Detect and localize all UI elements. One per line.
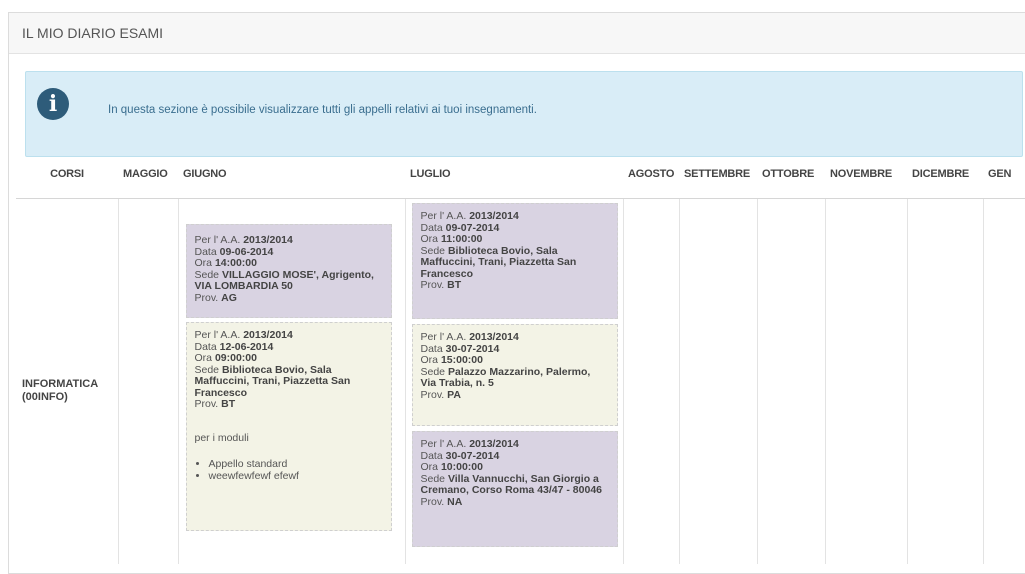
exam-card[interactable]: Per l' A.A. 2013/2014 Data 09-07-2014 Or…: [411, 203, 618, 319]
course-name: INFORMATICA: [22, 378, 99, 391]
header-ottobre: OTTOBRE: [757, 150, 825, 199]
header-agosto: AGOSTO: [623, 150, 679, 199]
panel-title: IL MIO DIARIO ESAMI: [9, 13, 1025, 54]
header-maggio: MAGGIO: [118, 150, 178, 199]
agosto-cell: [623, 198, 680, 564]
maggio-cell: [118, 198, 179, 564]
exam-calendar-table: CORSI MAGGIO GIUGNO LUGLIO AGOSTO SETTEM…: [16, 150, 1025, 564]
giugno-cell: Per l' A.A. 2013/2014 Data 09-06-2014 Or…: [178, 198, 406, 564]
course-cell: INFORMATICA (00INFO): [16, 198, 119, 564]
ottobre-cell: [757, 198, 826, 564]
dicembre-cell: [907, 198, 984, 564]
exam-card[interactable]: Per l' A.A. 2013/2014 Data 30-07-2014 Or…: [411, 431, 618, 547]
header-luglio: LUGLIO: [405, 150, 623, 199]
list-item: Appello standard: [209, 458, 383, 470]
alert-text: In questa sezione è possibile visualizza…: [108, 104, 537, 116]
header-gennaio: GEN: [983, 150, 1025, 199]
table-header-row: CORSI MAGGIO GIUGNO LUGLIO AGOSTO SETTEM…: [16, 150, 1025, 199]
course-code: (00INFO): [22, 391, 68, 404]
moduli-section: per i moduli Appello standard weewfewfew…: [194, 431, 383, 482]
settembre-cell: [679, 198, 758, 564]
list-item: weewfewfewf efewf: [209, 470, 383, 482]
novembre-cell: [825, 198, 908, 564]
moduli-list: Appello standard weewfewfewf efewf: [195, 458, 383, 482]
header-corsi: CORSI: [16, 150, 118, 199]
gennaio-cell: [983, 198, 1025, 564]
exam-card[interactable]: Per l' A.A. 2013/2014 Data 12-06-2014 Or…: [185, 322, 392, 531]
luglio-cell: Per l' A.A. 2013/2014 Data 09-07-2014 Or…: [405, 198, 624, 564]
header-giugno: GIUGNO: [178, 150, 405, 199]
table-row: INFORMATICA (00INFO) Per l' A.A. 2013/20…: [16, 198, 1025, 564]
exam-card[interactable]: Per l' A.A. 2013/2014 Data 09-06-2014 Or…: [185, 224, 392, 318]
header-settembre: SETTEMBRE: [679, 150, 757, 199]
info-alert: i In questa sezione è possibile visualiz…: [25, 71, 1023, 157]
header-novembre: NOVEMBRE: [825, 150, 907, 199]
moduli-label: per i moduli: [194, 431, 249, 444]
info-icon: i: [37, 88, 69, 120]
header-dicembre: DICEMBRE: [907, 150, 983, 199]
exam-card[interactable]: Per l' A.A. 2013/2014 Data 30-07-2014 Or…: [411, 324, 618, 426]
